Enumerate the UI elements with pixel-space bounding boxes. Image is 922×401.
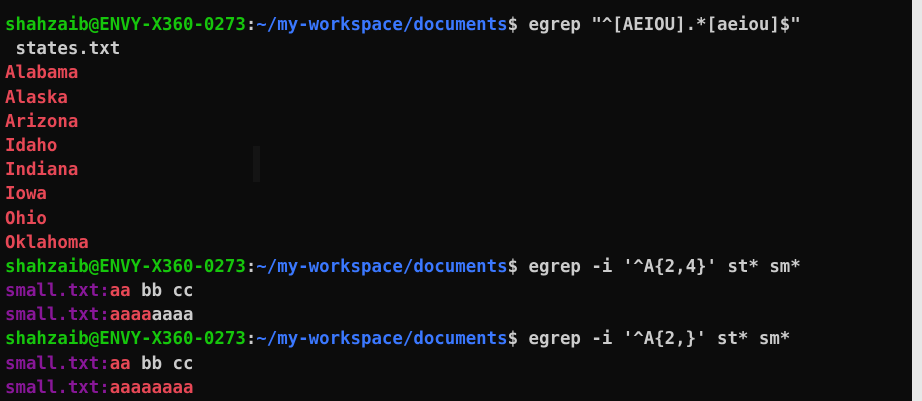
prompt-separator: : — [245, 15, 257, 35]
output-line: Idaho — [5, 135, 58, 156]
output-rest: aaaa — [151, 305, 194, 326]
output-match: aa — [109, 353, 131, 374]
output-match: aa — [109, 281, 131, 302]
output-match: aaaaaaaa — [109, 377, 194, 398]
output-line: small.txt:aa bb cc — [5, 352, 922, 376]
output-filename: small.txt: — [5, 353, 110, 374]
prompt-line: shahzaib@ENVY-X360-0273:~/my-workspace/d… — [5, 13, 922, 37]
prompt-user-host: shahzaib@ENVY-X360-0273 — [5, 256, 246, 277]
command-text: egrep -i '^A{2,4}' st* sm* — [528, 256, 801, 277]
prompt-user-host: shahzaib@ENVY-X360-0273 — [5, 329, 246, 350]
prompt-line: shahzaib@ENVY-X360-0273:~/my-workspace/d… — [5, 255, 922, 279]
prompt-path: ~/my-workspace/documents — [256, 329, 508, 350]
output-line: Oklahoma — [5, 232, 89, 253]
output-line: Iowa — [5, 184, 47, 205]
prompt-separator: : — [245, 256, 257, 277]
output-match: aaaa — [109, 305, 152, 326]
output-filename: small.txt: — [5, 305, 110, 326]
prompt-separator: : — [245, 329, 257, 350]
prompt-line: shahzaib@ENVY-X360-0273:~/my-workspace/d… — [5, 327, 922, 351]
output-line: small.txt:aaaaaaaa — [5, 376, 922, 400]
output-line: Indiana — [5, 160, 79, 181]
command-continuation: states.txt — [5, 39, 121, 60]
output-line: Arizona — [5, 111, 79, 132]
window-edge — [912, 0, 922, 401]
output-line: Ohio — [5, 208, 47, 229]
command-text: egrep -i '^A{2,}' st* sm* — [528, 329, 791, 350]
command-text: egrep "^[AEIOU].*[aeiou]$" — [528, 15, 801, 35]
output-line: small.txt:aaaaaaaa — [5, 303, 922, 327]
output-rest: bb cc — [130, 353, 194, 374]
prompt-symbol: $ — [507, 256, 529, 277]
text-cursor-artifact — [253, 146, 260, 182]
prompt-symbol: $ — [507, 329, 529, 350]
output-filename: small.txt: — [5, 377, 110, 398]
terminal-window[interactable]: shahzaib@ENVY-X360-0273:~/my-workspace/d… — [0, 0, 922, 401]
output-line: Alabama — [5, 63, 79, 84]
prompt-symbol: $ — [507, 15, 529, 35]
prompt-user-host: shahzaib@ENVY-X360-0273 — [5, 15, 246, 35]
output-line: Alaska — [5, 87, 68, 108]
output-rest: bb cc — [130, 281, 194, 302]
output-line: small.txt:aa bb cc — [5, 279, 922, 303]
prompt-path: ~/my-workspace/documents — [256, 15, 508, 35]
prompt-path: ~/my-workspace/documents — [256, 256, 508, 277]
output-filename: small.txt: — [5, 281, 110, 302]
